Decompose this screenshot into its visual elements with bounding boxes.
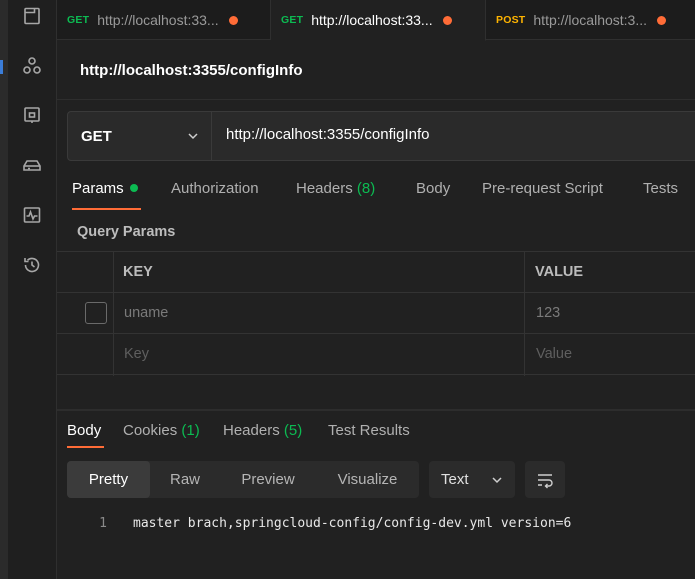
response-tab-body-label: Body <box>67 422 102 439</box>
cookies-count: (1) <box>181 422 200 439</box>
divider <box>57 99 695 100</box>
response-tab-cookies-label: Cookies <box>123 422 178 439</box>
response-body-line[interactable]: 1 master brach,springcloud-config/config-… <box>67 516 571 531</box>
tab-authorization-label: Authorization <box>171 180 259 197</box>
tab-params-label: Params <box>72 180 124 197</box>
apis-icon[interactable] <box>20 54 44 78</box>
row-enabled-checkbox[interactable] <box>85 302 107 324</box>
key-column-header: KEY <box>123 264 153 280</box>
table-row: uname 123 <box>57 293 695 334</box>
tab-prerequest-script[interactable]: Pre-request Script <box>482 180 603 197</box>
response-pane-divider[interactable] <box>57 409 695 411</box>
table-header-row: KEY VALUE <box>57 252 695 293</box>
tab-params[interactable]: Params <box>72 180 138 197</box>
unsaved-dot-icon <box>442 15 452 25</box>
outer-window-strip <box>0 0 8 579</box>
response-tab-body[interactable]: Body <box>67 422 101 439</box>
format-select[interactable]: Text <box>429 461 515 498</box>
response-tab-headers[interactable]: Headers (5) <box>223 422 302 439</box>
param-value-cell[interactable]: 123 <box>536 293 560 333</box>
response-tab-test-results[interactable]: Test Results <box>328 422 410 439</box>
tab-method: GET <box>67 14 90 26</box>
new-value-input[interactable]: Value <box>536 334 572 374</box>
active-tab-underline <box>67 446 104 448</box>
tab-title: http://localhost:33... <box>97 12 219 28</box>
table-row-empty: Key Value <box>57 334 695 375</box>
request-title[interactable]: http://localhost:3355/configInfo <box>80 62 303 79</box>
sidebar <box>8 0 57 579</box>
headers-count: (8) <box>356 180 376 197</box>
url-bar: GET http://localhost:3355/configInfo <box>67 111 695 161</box>
view-raw-button[interactable]: Raw <box>150 461 220 498</box>
response-headers-count: (5) <box>283 422 303 439</box>
request-tab-3[interactable]: POST http://localhost:3... <box>486 0 695 40</box>
response-body-text: master brach,springcloud-config/config-d… <box>133 516 572 531</box>
active-indicator-icon <box>129 184 138 192</box>
tab-method: POST <box>496 14 526 26</box>
unsaved-dot-icon <box>228 15 238 25</box>
active-tab-underline <box>72 208 141 210</box>
request-tab-bar: GET http://localhost:33... GET http://lo… <box>57 0 695 41</box>
method-value: GET <box>81 127 112 145</box>
value-column-header: VALUE <box>535 264 584 280</box>
wrap-lines-button[interactable] <box>525 461 565 498</box>
collections-icon[interactable] <box>20 4 44 28</box>
tab-tests[interactable]: Tests <box>643 180 678 197</box>
tab-headers-label: Headers <box>296 180 353 197</box>
query-params-label: Query Params <box>77 224 176 240</box>
tab-body-label: Body <box>416 180 451 197</box>
tab-title: http://localhost:3... <box>533 12 648 28</box>
environments-icon[interactable] <box>20 103 44 127</box>
tab-tests-label: Tests <box>643 180 679 197</box>
request-tab-1[interactable]: GET http://localhost:33... <box>57 0 271 40</box>
response-view-mode-group: Pretty Raw Preview Visualize <box>67 461 419 498</box>
monitors-icon[interactable] <box>20 203 44 227</box>
tab-prerequest-label: Pre-request Script <box>482 180 603 197</box>
response-tab-test-results-label: Test Results <box>328 422 410 439</box>
method-select[interactable]: GET <box>68 112 212 160</box>
line-number: 1 <box>99 516 107 531</box>
unsaved-dot-icon <box>657 15 667 25</box>
view-visualize-button[interactable]: Visualize <box>316 461 419 498</box>
tab-headers[interactable]: Headers (8) <box>296 180 375 197</box>
url-input[interactable]: http://localhost:3355/configInfo <box>226 126 429 143</box>
request-tab-2[interactable]: GET http://localhost:33... <box>271 0 486 41</box>
chevron-down-icon <box>492 477 502 484</box>
tab-title: http://localhost:33... <box>311 12 433 28</box>
outer-selection-mark <box>0 60 3 74</box>
mock-servers-icon[interactable] <box>20 153 44 177</box>
response-tab-cookies[interactable]: Cookies (1) <box>123 422 200 439</box>
format-value: Text <box>441 471 469 488</box>
chevron-down-icon <box>188 133 198 140</box>
tab-body[interactable]: Body <box>416 180 450 197</box>
query-params-table: KEY VALUE uname 123 Key Value <box>57 251 695 377</box>
wrap-lines-icon <box>538 473 553 488</box>
history-icon[interactable] <box>20 253 44 277</box>
view-preview-button[interactable]: Preview <box>220 461 316 498</box>
param-key-cell[interactable]: uname <box>124 293 168 333</box>
new-key-input[interactable]: Key <box>124 334 149 374</box>
response-tab-headers-label: Headers <box>223 422 280 439</box>
view-pretty-button[interactable]: Pretty <box>67 461 150 498</box>
tab-authorization[interactable]: Authorization <box>171 180 259 197</box>
tab-method: GET <box>281 14 304 26</box>
